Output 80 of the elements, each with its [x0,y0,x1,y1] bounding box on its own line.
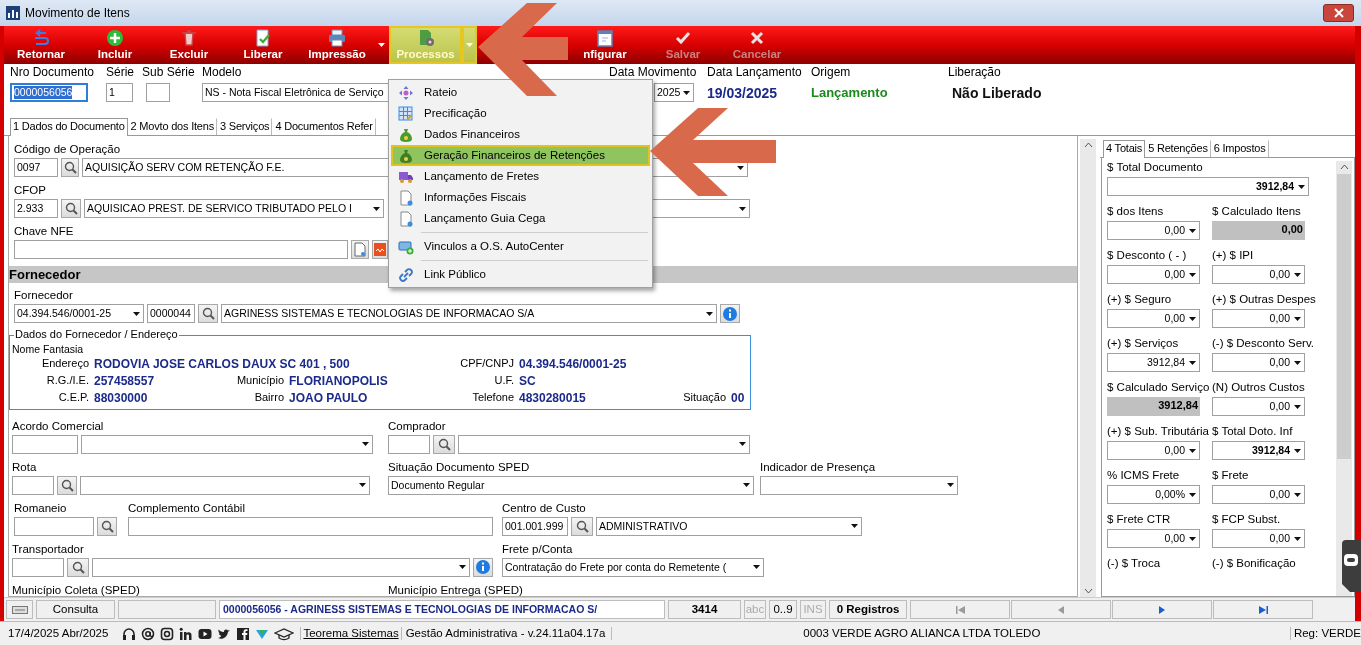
status-mode: Consulta [36,600,115,619]
field-label: $ Frete CTR [1107,513,1171,527]
field-value: FLORIANOPOLIS [289,373,388,389]
field-label: (-) $ Desconto Serv. [1212,337,1315,351]
field-label: $ Total Doto. Inf [1212,425,1293,439]
field-label: $ Calculado Itens [1212,205,1301,219]
registration-text: Reg: VERDE [1289,626,1361,641]
field-label: Endereço [40,357,89,371]
field-label: Rota [12,460,37,475]
field-label: (+) $ Seguro [1107,293,1172,307]
field-label: Centro de Custo [502,501,586,516]
field-label: Comprador [388,419,446,434]
status-code: 3414 [668,600,741,619]
field-value: 19/03/2025 [707,84,779,102]
field-value: Lançamento [811,84,889,101]
field-label: $ dos Itens [1107,205,1164,219]
field-value: Não Liberado [951,84,1043,102]
field-label: Situação [682,391,726,405]
field-value: 88030000 [94,390,148,406]
field-label: C.E.P. [57,391,89,405]
field-label: $ Calculado Serviço [1107,381,1210,395]
window-title: Movimento de Itens [25,5,130,21]
field-label: Complemento Contábil [128,501,245,516]
field-label: % ICMS Frete [1107,469,1180,483]
read-only-field: 0,00 [1212,221,1305,240]
field-label: (N) Outros Custos [1212,381,1305,395]
field-value: RODOVIA JOSE CARLOS DAUX SC 401 , 500 [94,356,350,372]
group-title: Dados do Fornecedor / Endereço [14,328,179,342]
status-indicator: 0..9 [769,600,797,619]
field-label: Bairro [253,391,284,405]
field-label: Município [235,374,284,388]
field-label: Romaneio [14,501,67,516]
status-record: 0000056056 - AGRINESS SISTEMAS E TECNOLOGIAS DE INFORMACAO S/ [219,600,665,619]
field-label: Modelo [202,65,242,81]
status-indicator: INS [800,600,826,619]
field-label: Indicador de Presença [760,460,876,475]
status-indicator: abc [744,600,766,619]
field-label: $ Desconto ( - ) [1107,249,1187,263]
field-value: JOAO PAULO [289,390,368,406]
field-label: CFOP [14,184,46,198]
field-value: 257458557 [94,373,155,389]
field-label: Sub Série [142,65,195,81]
field-label: Data Lançamento [707,65,802,81]
field-label: U.F. [493,374,514,388]
company-name: 0003 VERDE AGRO ALIANCA LTDA TOLEDO [611,626,1232,641]
field-label: Telefone [471,391,514,405]
field-label: Data Movimento [609,65,697,81]
field-label: (+) $ IPI [1212,249,1254,263]
field-label: Nro Documento [10,65,95,81]
field-label: (+) $ Sub. Tributária [1107,425,1209,439]
field-value: SC [519,373,536,389]
field-label: $ Total Documento [1107,161,1203,175]
field-label: Acordo Comercial [12,419,104,434]
field-label: Frete p/Conta [502,542,573,557]
field-label: Situação Documento SPED [388,460,530,475]
field-label: (+) $ Outras Despes [1212,293,1316,307]
status-count: 0 Registros [829,600,907,619]
field-value: 00 [731,390,745,406]
field-label: Município Coleta (SPED) [12,583,140,596]
field-label: Liberação [948,65,1001,81]
field-label: $ FCP Subst. [1212,513,1281,527]
field-label: R.G./I.E. [45,374,89,388]
version-text: Gestão Administrativa - v.24.11a04.17a [400,626,606,641]
field-label: Código de Operação [14,143,121,157]
field-label: Chave NFE [14,225,74,239]
read-only-field: 3912,84 [1107,397,1200,416]
field-label: Origem [811,65,851,81]
field-label: Série [106,65,134,81]
field-value: 04.394.546/0001-25 [519,356,627,372]
field-label: Transportador [12,542,84,557]
field-value: 4830280015 [519,390,586,406]
field-label: $ Frete [1212,469,1249,483]
field-label: Município Entrega (SPED) [388,583,523,596]
field-label: CPF/CNPJ [459,357,514,371]
field-label: (-) $ Bonificação [1212,557,1296,571]
field-label: Nome Fantasia [12,343,85,356]
field-label: (+) $ Serviços [1107,337,1179,351]
field-label: Fornecedor [14,289,73,303]
field-label: (-) $ Troca [1107,557,1161,571]
date-text: 17/4/2025 Abr/2025 [8,626,109,641]
